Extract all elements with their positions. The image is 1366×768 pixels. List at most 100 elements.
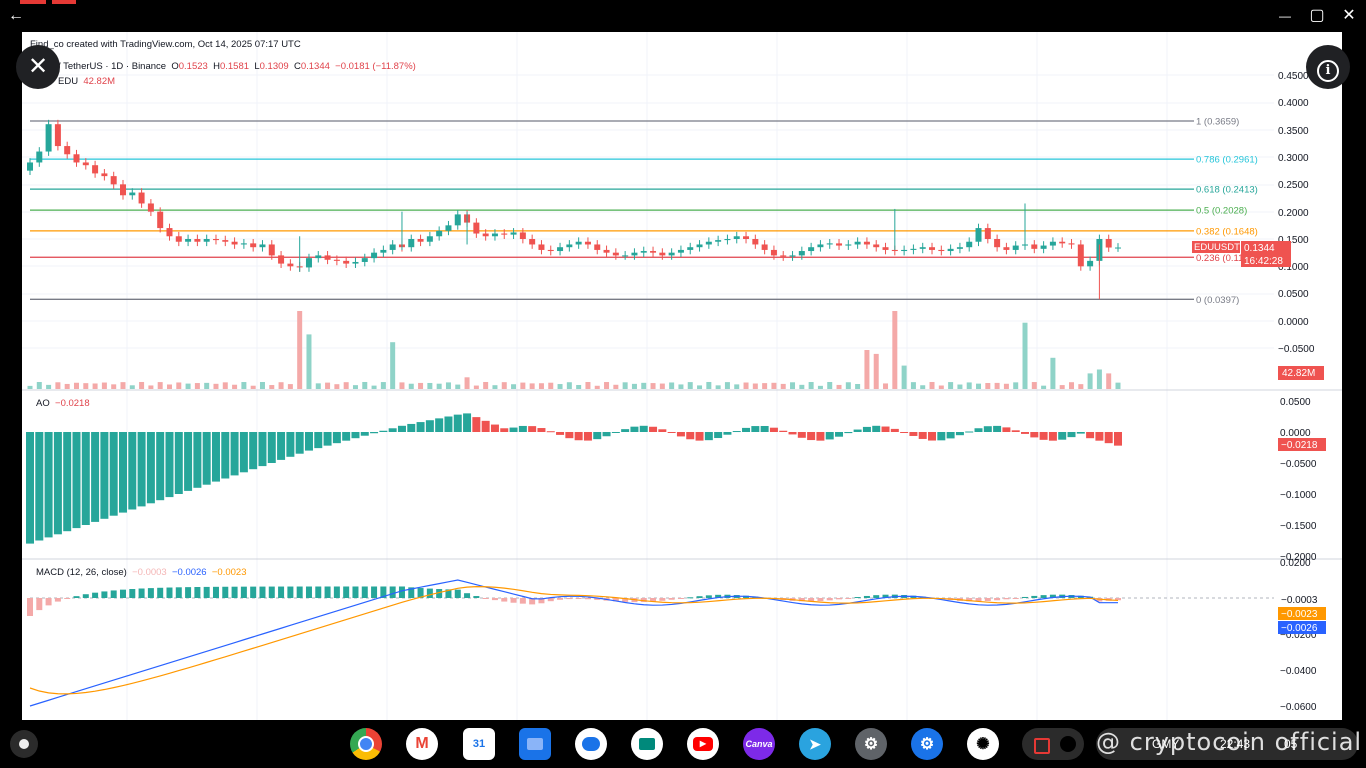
trading-chart: 0.4500 0.4000 0.3500 0.3000 0.2500 0.2000 0.15… [22, 32, 1342, 720]
volume-bar [1078, 384, 1084, 389]
macd-histogram-bar [175, 587, 182, 598]
macd-histogram-bar [36, 598, 43, 611]
candle-body [1068, 243, 1075, 245]
ao-bar [611, 432, 620, 433]
settings-icon[interactable]: ⚙ [855, 728, 887, 760]
macd-histogram-bar [454, 589, 461, 598]
candle-body [668, 252, 675, 256]
minimize-button[interactable]: — [1273, 4, 1297, 28]
volume-bar [427, 382, 433, 389]
macd-histogram-bar [677, 598, 684, 599]
candle-body [817, 244, 824, 248]
candle-body [780, 255, 787, 257]
ao-bar [407, 423, 416, 432]
candle-body [361, 258, 368, 262]
ao-bar [100, 432, 109, 519]
ao-bar [109, 432, 118, 516]
candle-body [343, 260, 350, 264]
candle-body [677, 249, 684, 253]
candle-body [584, 241, 591, 245]
close-window-button[interactable]: ✕ [1337, 4, 1361, 28]
candle-body [612, 252, 619, 256]
maximize-button[interactable]: ▢ [1305, 4, 1329, 28]
youtube-icon[interactable]: ▶ [687, 728, 719, 760]
volume-bar [1041, 385, 1047, 389]
candle-body [770, 249, 777, 256]
volume-bar [678, 384, 684, 389]
ao-bar [509, 427, 518, 432]
settings-alt-icon[interactable]: ⚙ [911, 728, 943, 760]
files-icon[interactable] [519, 728, 551, 760]
macd-histogram-bar [119, 589, 126, 598]
volume-bar [380, 382, 386, 389]
close-label: C [293, 61, 301, 72]
volume-bar [1003, 383, 1009, 389]
volume-bar [548, 382, 554, 389]
macd-histogram-bar [185, 587, 192, 598]
volume-bar [101, 382, 107, 389]
volume-bar [557, 384, 563, 389]
volume-bar [659, 383, 665, 389]
ao-bar [81, 432, 90, 525]
volume-bar [36, 382, 42, 389]
telegram-icon[interactable]: ➤ [799, 728, 831, 760]
tray-pinned[interactable] [1022, 728, 1084, 760]
volume-bar [966, 382, 972, 389]
macd-histogram-bar [464, 593, 471, 598]
candle-body [1059, 241, 1066, 244]
ao-bar [1039, 432, 1048, 440]
volume-bar [771, 382, 777, 389]
candle-body [640, 251, 647, 253]
volume-bar [73, 382, 79, 389]
ao-bar [872, 425, 881, 432]
gmail-icon[interactable]: M [406, 728, 438, 760]
macd-histogram-bar [231, 586, 238, 598]
volume-bar [278, 382, 284, 389]
macd-histogram-bar [398, 586, 405, 598]
volume-bar [166, 384, 172, 389]
macd-histogram-bar [510, 598, 517, 603]
meet-icon[interactable] [631, 728, 663, 760]
calendar-icon[interactable]: 31 [463, 728, 495, 760]
volume-bar [985, 383, 991, 389]
price-axis-tick: 0.2500 [1278, 180, 1309, 191]
chart-credit: Find_co created with TradingView.com, Oc… [30, 39, 301, 50]
candle-body [203, 239, 210, 242]
macd-histogram-bar [129, 589, 136, 598]
macd-histogram-bar [54, 598, 61, 602]
volume-bar [483, 381, 489, 389]
chatgpt-icon[interactable]: ✺ [967, 728, 999, 760]
launcher-button[interactable] [10, 730, 38, 758]
price-axis-tick: −0.0500 [1278, 344, 1315, 355]
candle-body [798, 251, 805, 256]
open-label: O [171, 61, 179, 72]
volume-bar [855, 383, 861, 389]
ao-bar [714, 432, 723, 439]
messages-icon[interactable] [575, 728, 607, 760]
info-button[interactable]: i [1306, 45, 1350, 89]
macd-histogram-bar [817, 598, 824, 602]
candle-body [696, 244, 703, 248]
back-button[interactable]: ← [4, 4, 28, 28]
chrome-icon[interactable] [350, 728, 382, 760]
candle-body [268, 244, 275, 256]
candle-body [1003, 247, 1010, 250]
candle-body [975, 228, 982, 242]
ao-bar [1076, 432, 1085, 434]
macd-histogram-bar [491, 598, 498, 601]
volume-bar [306, 334, 312, 389]
ao-bar [742, 427, 751, 432]
close-viewer-button[interactable]: ✕ [16, 45, 60, 89]
candle-body [947, 248, 954, 252]
volume-bar [1087, 373, 1093, 389]
ao-bar [565, 432, 574, 439]
candle-body [1077, 244, 1084, 267]
ao-bar [332, 432, 341, 444]
candle-body [752, 239, 759, 245]
macd-histogram-bar [501, 598, 508, 602]
volume-bar [315, 383, 321, 389]
canva-icon[interactable]: Canva [743, 728, 775, 760]
volume-bar [994, 382, 1000, 389]
ao-bar [118, 432, 127, 513]
volume-bar [213, 383, 219, 389]
